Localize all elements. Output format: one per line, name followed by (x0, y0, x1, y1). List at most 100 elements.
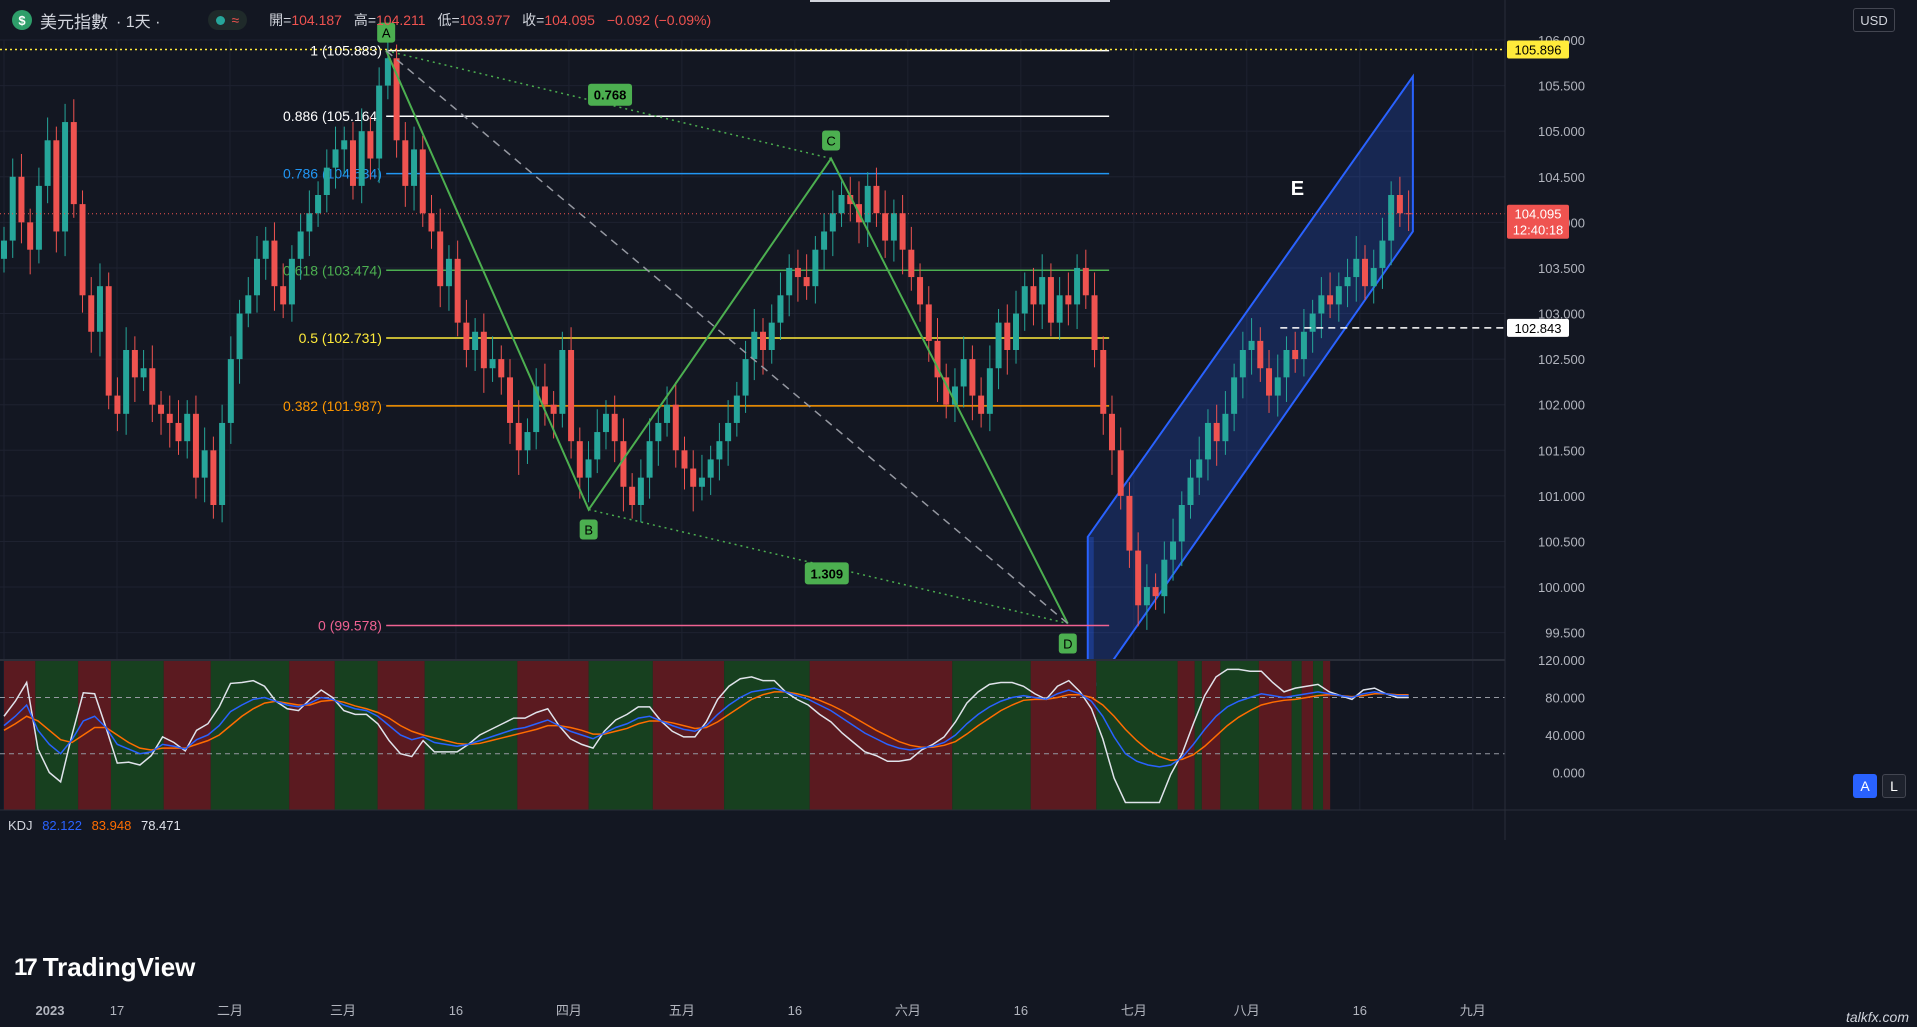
candle-body (1396, 195, 1403, 214)
candle-body (419, 149, 426, 214)
candle-body (1047, 277, 1054, 323)
price-tick-label: 103.500 (1538, 261, 1585, 276)
candle-body (1082, 267, 1089, 296)
candle-body (821, 231, 828, 250)
candle-body (411, 149, 418, 186)
candle-body (690, 468, 697, 487)
price-tick-label: 101.500 (1538, 443, 1585, 458)
candle-body (786, 267, 793, 296)
open-label: 開= (269, 12, 292, 28)
candle-body (1170, 541, 1177, 560)
kdj-title: KDJ (8, 818, 33, 833)
kdj-zone (4, 660, 36, 810)
candle-body (1161, 559, 1168, 597)
candle-body (1187, 477, 1194, 505)
candle-body (402, 140, 409, 186)
wave-label: E (1291, 178, 1304, 200)
candle-body (768, 322, 775, 350)
candle-body (646, 441, 653, 478)
candle-body (1292, 350, 1299, 360)
open-value: 104.187 (291, 12, 342, 28)
kdj-zone (724, 660, 810, 810)
low-label: 低= (437, 12, 460, 28)
time-tick-label: 四月 (556, 1003, 582, 1018)
watermark: talkfx.com (1845, 1009, 1909, 1025)
fib-level-label: 1 (105.883) (310, 43, 382, 59)
symbol-name[interactable]: 美元指數 (40, 8, 108, 33)
market-open-icon (216, 15, 226, 25)
candle-body (681, 450, 688, 469)
chart-canvas[interactable]: 1 (105.883) 0.886 (105.164) 0.786 (104.534… (0, 0, 1917, 1027)
candle-body (838, 195, 845, 214)
kdj-zone (652, 660, 725, 810)
candle-body (829, 213, 836, 232)
toolbar-indicator-line (810, 0, 1110, 2)
tradingview-logo[interactable]: 17 TradingView (14, 952, 195, 983)
candle-body (9, 176, 16, 241)
candle-body (1248, 340, 1255, 350)
candle-body (358, 131, 365, 186)
close-label: 收= (522, 12, 545, 28)
candle-body (576, 441, 583, 478)
candle-body (960, 359, 967, 387)
auto-scale-button[interactable]: A (1853, 774, 1877, 798)
log-scale-button[interactable]: L (1882, 774, 1906, 798)
candle-body (733, 395, 740, 423)
candle-body (507, 377, 514, 423)
kdj-tick-label: 0.000 (1552, 766, 1585, 781)
candle-body (1335, 286, 1342, 305)
candle-body (1283, 350, 1290, 378)
candle-body (149, 368, 156, 405)
candle-body (777, 295, 784, 323)
candle-body (664, 404, 671, 423)
price-tick-label: 105.500 (1538, 79, 1585, 94)
candle-body (53, 140, 60, 232)
kdj-legend[interactable]: KDJ 82.122 83.948 78.471 (8, 818, 181, 833)
candle-body (236, 313, 243, 360)
fib-level-label: 0.886 (105.164) (283, 108, 382, 124)
candle-body (280, 286, 287, 305)
candle-body (1231, 377, 1238, 414)
price-tick-label: 104.500 (1538, 170, 1585, 185)
kdj-zone (334, 660, 378, 810)
candle-body (1117, 450, 1124, 496)
interval-label[interactable]: · 1天 · (116, 8, 160, 32)
candle-body (794, 267, 801, 278)
price-tick-label: 99.500 (1545, 626, 1585, 641)
candle-body (1309, 313, 1316, 332)
candle-body (463, 322, 470, 350)
candle-body (1213, 422, 1220, 442)
pattern-point-label: C (826, 134, 835, 149)
candle-body (367, 131, 374, 159)
candle-body (655, 422, 662, 442)
candle-body (315, 195, 322, 214)
candle-body (882, 213, 889, 241)
candle-body (437, 231, 444, 287)
candle-body (1074, 267, 1081, 305)
kdj-zone (517, 660, 589, 810)
candle-body (611, 413, 618, 442)
candle-body (1370, 267, 1377, 287)
price-label: 104.095 (1515, 207, 1562, 222)
candle-body (332, 149, 339, 168)
change-value: −0.092 (−0.09%) (606, 12, 712, 28)
candle-body (219, 422, 226, 505)
kdj-zone (1220, 660, 1259, 810)
candle-body (1379, 240, 1386, 268)
currency-button[interactable]: USD (1853, 8, 1895, 32)
candle-body (105, 286, 112, 396)
candle-body (1327, 295, 1334, 305)
candle-body (35, 185, 42, 250)
pattern-diagonal (385, 50, 1069, 625)
candle-body (594, 432, 601, 460)
logo-text: TradingView (42, 952, 196, 982)
countdown-label: 12:40:18 (1513, 223, 1564, 238)
candle-body (489, 359, 496, 369)
candle-body (751, 331, 758, 360)
kdj-zone (809, 660, 953, 810)
price-tick-label: 101.000 (1538, 489, 1585, 504)
market-status[interactable]: ≈ (208, 10, 248, 30)
candle-body (1274, 377, 1281, 396)
candle-body (568, 350, 575, 442)
candle-body (1004, 322, 1011, 350)
